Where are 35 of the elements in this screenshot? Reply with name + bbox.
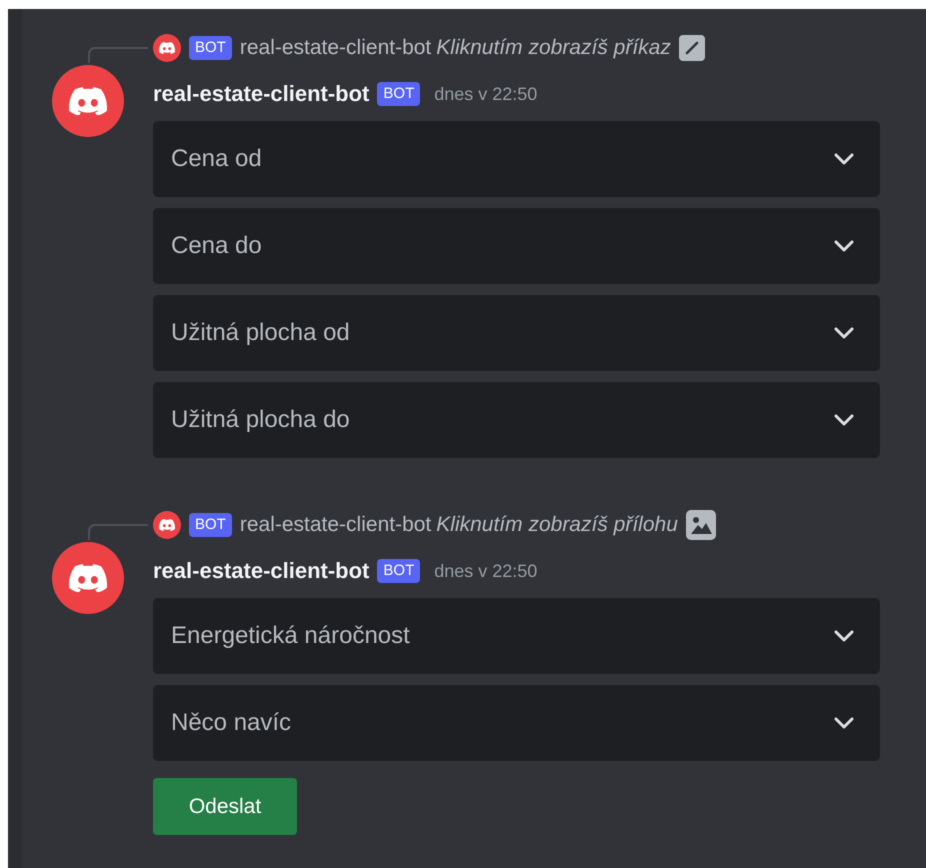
message-author[interactable]: real-estate-client-bot [153, 81, 370, 107]
message-timestamp: dnes v 22:50 [434, 84, 538, 104]
reply-author[interactable]: real-estate-client-bot [240, 36, 432, 60]
reply-author[interactable]: real-estate-client-bot [240, 513, 432, 537]
bot-tag: BOT [189, 513, 232, 537]
submit-button[interactable]: Odeslat [153, 778, 297, 835]
select-dropdown[interactable]: Cena do [153, 208, 880, 284]
controller-logo-icon [159, 42, 175, 54]
reply-avatar[interactable] [153, 511, 181, 539]
controller-logo-icon [159, 518, 175, 532]
chevron-down-icon [834, 717, 854, 729]
controller-logo-icon [69, 564, 107, 592]
bot-tag: BOT [377, 559, 420, 583]
chevron-down-icon [834, 153, 854, 165]
select-dropdown[interactable]: Užitná plocha od [153, 295, 880, 371]
reply-connector-line [88, 47, 148, 63]
reply-preview-text[interactable]: Kliknutím zobrazíš přílohu [436, 513, 678, 537]
slash-command-icon [678, 35, 705, 61]
controller-logo-icon [69, 86, 107, 116]
select-dropdown[interactable]: Energetická náročnost [153, 598, 880, 674]
message-author[interactable]: real-estate-client-bot [153, 558, 370, 584]
bot-tag: BOT [377, 82, 420, 106]
select-dropdown[interactable]: Něco navíc [153, 685, 880, 761]
image-icon [686, 510, 716, 540]
select-dropdown[interactable]: Cena od [153, 121, 880, 197]
reply-avatar[interactable] [153, 34, 181, 62]
chevron-down-icon [834, 414, 854, 426]
bot-tag: BOT [189, 36, 232, 60]
chevron-down-icon [834, 240, 854, 252]
reply-preview-text[interactable]: Kliknutím zobrazíš příkaz [436, 36, 671, 60]
select-dropdown[interactable]: Užitná plocha do [153, 382, 880, 458]
reply-connector-line [88, 524, 148, 540]
chevron-down-icon [834, 327, 854, 339]
chevron-down-icon [834, 630, 854, 642]
message-timestamp: dnes v 22:50 [434, 560, 538, 582]
